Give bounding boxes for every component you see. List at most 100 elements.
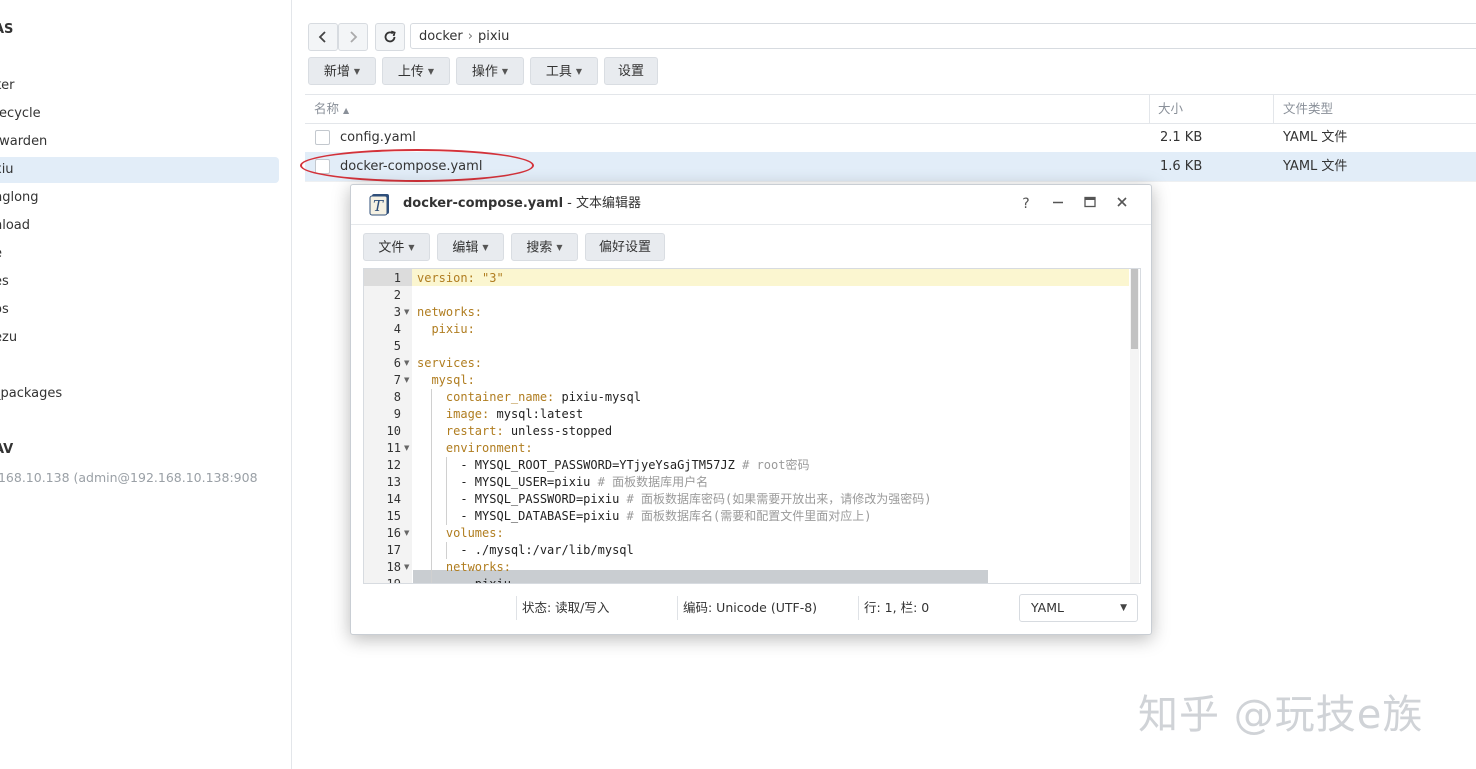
sort-ascending-icon: ▲ (343, 106, 350, 115)
column-type[interactable]: 文件类型 (1283, 95, 1333, 123)
file-menu-label: 文件 (378, 240, 405, 256)
help-button[interactable]: ? (1015, 193, 1037, 215)
search-menu-button[interactable]: 搜索 ▼ (511, 233, 578, 261)
sidebar-item-label: xiu (0, 162, 14, 177)
file-checkbox[interactable] (315, 130, 330, 145)
new-button[interactable]: 新增 ▼ (308, 57, 376, 85)
path-current[interactable]: pixiu (478, 29, 509, 44)
edit-menu-button[interactable]: 编辑 ▼ (437, 233, 504, 261)
sidebar-item[interactable]: nglong (0, 185, 39, 211)
path-root[interactable]: docker (419, 29, 463, 44)
sidebar-item[interactable]: .168.10.138 (admin@192.168.10.138:908 (0, 465, 258, 491)
code-line: services: (417, 356, 483, 370)
back-button[interactable] (308, 23, 338, 51)
indent-guide (445, 542, 447, 559)
code-line: version: "3" (417, 271, 504, 285)
vertical-scrollbar[interactable] (1130, 269, 1139, 583)
code-line: image: mysql:latest (445, 407, 584, 421)
column-size[interactable]: 大小 (1158, 95, 1183, 123)
window-title-filename: docker-compose.yaml (403, 196, 564, 211)
file-row[interactable]: config.yaml 2.1 KB YAML 文件 (305, 123, 1476, 153)
code-line: - ./mysql:/var/lib/mysql (417, 543, 634, 557)
window-title-app: - 文本编辑器 (563, 196, 641, 211)
column-name[interactable]: 名称 ▲ (314, 95, 349, 123)
vertical-scroll-thumb[interactable] (1131, 269, 1138, 349)
sidebar-item[interactable]: xiu (0, 157, 279, 183)
sidebar-item[interactable]: twarden (0, 129, 47, 155)
status-divider (516, 596, 517, 620)
sidebar-item-label: nglong (0, 190, 39, 205)
sidebar-item[interactable]: ker (0, 73, 14, 99)
action-button[interactable]: 操作 ▼ (456, 57, 524, 85)
fold-toggle-icon[interactable]: ▼ (404, 525, 409, 542)
dropdown-caret-icon: ▼ (427, 67, 435, 76)
fold-toggle-icon[interactable]: ▼ (404, 355, 409, 372)
line-number: 2 (393, 288, 401, 302)
dropdown-caret-icon: ▼ (353, 67, 361, 76)
code-line: container_name: pixiu-mysql (445, 390, 641, 404)
line-number: 12 (386, 458, 401, 472)
sidebar-item-label: ezu (0, 330, 18, 345)
dropdown-caret-icon: ▼ (556, 243, 563, 252)
tools-button[interactable]: 工具 ▼ (530, 57, 598, 85)
line-number: 8 (393, 390, 401, 404)
maximize-button[interactable] (1079, 193, 1101, 215)
settings-button[interactable]: 设置 (604, 57, 658, 85)
sidebar-item-label: AV (0, 442, 14, 457)
sidebar-item[interactable]: ezu (0, 325, 17, 351)
code-line: restart: unless-stopped (445, 424, 613, 438)
chevron-left-icon (318, 31, 326, 43)
sidebar-item[interactable]: _packages (0, 381, 62, 407)
sidebar-item[interactable]: recycle (0, 101, 41, 127)
refresh-button[interactable] (375, 23, 405, 51)
syntax-mode-value: YAML (1031, 600, 1064, 615)
code-line: - MYSQL_USER=pixiu # 面板数据库用户名 (417, 475, 709, 489)
sidebar-item-label: recycle (0, 106, 41, 121)
sidebar-item[interactable]: es (0, 269, 9, 295)
path-separator: › (467, 29, 473, 44)
sidebar-item[interactable]: os (0, 297, 9, 323)
dropdown-caret-icon: ▼ (482, 243, 489, 252)
sidebar-item[interactable]: e (0, 241, 2, 267)
sidebar-section-header: AS (0, 17, 13, 43)
code-line: - MYSQL_PASSWORD=pixiu # 面板数据库密码(如果需要开放出… (417, 492, 932, 506)
file-menu-button[interactable]: 文件 ▼ (363, 233, 430, 261)
search-menu-label: 搜索 (526, 240, 553, 256)
edit-menu-label: 编辑 (452, 240, 479, 256)
maximize-icon (1084, 196, 1096, 208)
fold-toggle-icon[interactable]: ▼ (404, 372, 409, 389)
status-divider (677, 596, 678, 620)
path-bar[interactable]: docker › pixiu (410, 23, 1476, 49)
column-type-label: 文件类型 (1283, 101, 1334, 116)
close-button[interactable] (1111, 193, 1133, 215)
fold-toggle-icon[interactable]: ▼ (404, 440, 409, 457)
status-cursor-position: 行: 1, 栏: 0 (864, 600, 930, 615)
code-editor[interactable]: 1 2 3 ▼ 4 5 6 ▼ 7 ▼ 8 9 10 11 ▼ 12 13 14 15 16 ▼ 17 18 ▼ 19 vers… (363, 268, 1141, 584)
status-encoding: 编码: Unicode (UTF-8) (683, 600, 818, 615)
line-number: 10 (386, 424, 401, 438)
upload-button-label: 上传 (397, 64, 424, 80)
line-number: 3 (393, 305, 401, 319)
watermark: 知乎 @玩技e族 (1138, 692, 1424, 738)
sidebar-item[interactable]: nload (0, 213, 30, 239)
syntax-mode-select[interactable]: YAML ▼ (1019, 594, 1138, 622)
line-number: 11 (386, 441, 401, 455)
column-divider (1149, 95, 1150, 123)
line-number: 5 (393, 339, 401, 353)
line-number: 17 (386, 543, 401, 557)
line-number: 15 (386, 509, 401, 523)
title-divider (351, 224, 1151, 225)
code-line: - MYSQL_DATABASE=pixiu # 面板数据库名(需要和配置文件里… (417, 509, 872, 523)
file-name: config.yaml (340, 130, 416, 145)
sidebar-item-label: nload (0, 218, 31, 233)
minimize-button[interactable] (1047, 193, 1069, 215)
fold-toggle-icon[interactable]: ▼ (404, 304, 409, 321)
fold-toggle-icon[interactable]: ▼ (404, 559, 409, 576)
code-line: - MYSQL_ROOT_PASSWORD=YTjyeYsaGjTM57JZ #… (417, 458, 810, 472)
refresh-icon (384, 30, 396, 43)
code-line: pixiu: (431, 322, 475, 336)
upload-button[interactable]: 上传 ▼ (382, 57, 450, 85)
preferences-button[interactable]: 偏好设置 (585, 233, 665, 261)
forward-button[interactable] (338, 23, 368, 51)
file-type: YAML 文件 (1283, 159, 1348, 174)
